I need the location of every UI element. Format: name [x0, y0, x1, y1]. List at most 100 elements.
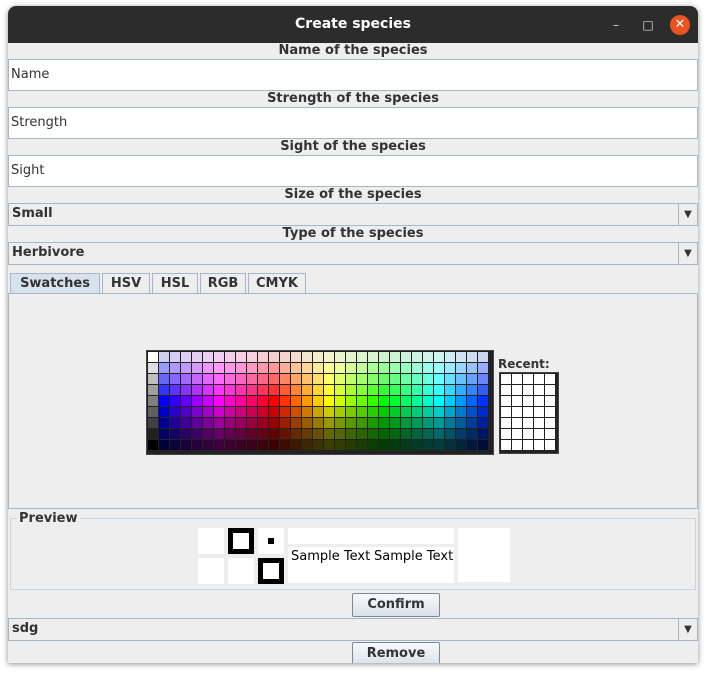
swatch-cell[interactable] — [269, 418, 279, 428]
swatch-cell[interactable] — [423, 374, 433, 384]
swatch-cell[interactable] — [379, 374, 389, 384]
swatch-cell[interactable] — [280, 352, 290, 362]
swatch-cell[interactable] — [434, 407, 444, 417]
swatch-cell[interactable] — [170, 374, 180, 384]
swatch-cell[interactable] — [478, 440, 488, 450]
swatch-cell[interactable] — [324, 374, 334, 384]
tab-rgb[interactable]: RGB — [200, 273, 246, 293]
swatch-cell[interactable] — [258, 374, 268, 384]
swatch-cell[interactable] — [236, 440, 246, 450]
swatch-cell[interactable] — [159, 407, 169, 417]
swatch-cell[interactable] — [357, 440, 367, 450]
swatch-cell[interactable] — [456, 396, 466, 406]
swatch-cell[interactable] — [181, 429, 191, 439]
swatch-cell[interactable] — [379, 396, 389, 406]
swatch-cell[interactable] — [192, 385, 202, 395]
recent-swatch-cell[interactable] — [501, 418, 511, 428]
swatch-cell[interactable] — [456, 407, 466, 417]
recent-swatch-cell[interactable] — [512, 407, 522, 417]
swatch-cell[interactable] — [412, 418, 422, 428]
swatch-cell[interactable] — [214, 429, 224, 439]
swatch-cell[interactable] — [357, 352, 367, 362]
swatch-cell[interactable] — [379, 352, 389, 362]
swatch-cell[interactable] — [181, 363, 191, 373]
recent-swatch-cell[interactable] — [523, 385, 533, 395]
swatch-cell[interactable] — [159, 440, 169, 450]
swatch-cell[interactable] — [225, 363, 235, 373]
swatch-cell[interactable] — [258, 418, 268, 428]
swatch-cell[interactable] — [302, 440, 312, 450]
swatch-cell[interactable] — [401, 429, 411, 439]
swatch-cell[interactable] — [390, 385, 400, 395]
swatch-cell[interactable] — [214, 440, 224, 450]
swatch-cell[interactable] — [478, 396, 488, 406]
swatch-cell[interactable] — [368, 396, 378, 406]
swatch-cell[interactable] — [412, 429, 422, 439]
swatch-cell[interactable] — [324, 352, 334, 362]
swatch-cell[interactable] — [346, 407, 356, 417]
swatch-cell[interactable] — [324, 429, 334, 439]
swatch-cell[interactable] — [159, 418, 169, 428]
swatch-cell[interactable] — [225, 407, 235, 417]
swatch-cell[interactable] — [313, 396, 323, 406]
swatch-cell[interactable] — [368, 418, 378, 428]
swatch-cell[interactable] — [467, 396, 477, 406]
swatch-cell[interactable] — [269, 407, 279, 417]
swatch-cell[interactable] — [258, 363, 268, 373]
swatch-cell[interactable] — [456, 429, 466, 439]
swatch-cell[interactable] — [335, 418, 345, 428]
swatch-cell[interactable] — [412, 352, 422, 362]
swatch-cell[interactable] — [148, 363, 158, 373]
swatch-cell[interactable] — [379, 363, 389, 373]
swatch-cell[interactable] — [302, 407, 312, 417]
swatch-cell[interactable] — [214, 407, 224, 417]
swatch-cell[interactable] — [368, 385, 378, 395]
swatch-cell[interactable] — [225, 418, 235, 428]
recent-swatch-cell[interactable] — [512, 440, 522, 450]
swatch-cell[interactable] — [423, 385, 433, 395]
swatch-cell[interactable] — [280, 429, 290, 439]
swatch-cell[interactable] — [390, 363, 400, 373]
swatch-cell[interactable] — [280, 407, 290, 417]
maximize-icon[interactable]: □ — [638, 15, 658, 35]
recent-swatch-cell[interactable] — [545, 429, 555, 439]
swatch-cell[interactable] — [291, 418, 301, 428]
swatch-cell[interactable] — [247, 374, 257, 384]
recent-swatch-cell[interactable] — [545, 385, 555, 395]
swatch-cell[interactable] — [302, 429, 312, 439]
tab-cmyk[interactable]: CMYK — [248, 273, 306, 293]
swatch-cell[interactable] — [346, 363, 356, 373]
swatch-cell[interactable] — [445, 385, 455, 395]
swatch-cell[interactable] — [291, 396, 301, 406]
swatch-cell[interactable] — [478, 385, 488, 395]
swatch-cell[interactable] — [456, 374, 466, 384]
swatch-cell[interactable] — [412, 440, 422, 450]
recent-swatch-cell[interactable] — [534, 396, 544, 406]
swatch-cell[interactable] — [478, 374, 488, 384]
species-dropdown[interactable]: sdg ▼ — [8, 618, 698, 641]
swatch-cell[interactable] — [445, 440, 455, 450]
swatch-cell[interactable] — [170, 407, 180, 417]
recent-swatch-cell[interactable] — [545, 418, 555, 428]
swatch-cell[interactable] — [192, 352, 202, 362]
swatch-cell[interactable] — [467, 352, 477, 362]
recent-swatch-cell[interactable] — [512, 374, 522, 384]
swatch-cell[interactable] — [335, 352, 345, 362]
swatch-cell[interactable] — [280, 418, 290, 428]
swatch-cell[interactable] — [412, 407, 422, 417]
swatch-cell[interactable] — [379, 407, 389, 417]
swatch-cell[interactable] — [192, 429, 202, 439]
swatch-cell[interactable] — [225, 352, 235, 362]
swatch-cell[interactable] — [379, 418, 389, 428]
swatch-cell[interactable] — [313, 418, 323, 428]
swatch-cell[interactable] — [148, 374, 158, 384]
swatch-cell[interactable] — [236, 352, 246, 362]
swatch-cell[interactable] — [159, 396, 169, 406]
swatch-cell[interactable] — [247, 363, 257, 373]
swatch-cell[interactable] — [203, 440, 213, 450]
recent-swatch-cell[interactable] — [501, 429, 511, 439]
swatch-cell[interactable] — [302, 385, 312, 395]
swatch-cell[interactable] — [203, 418, 213, 428]
swatch-cell[interactable] — [368, 440, 378, 450]
swatch-cell[interactable] — [170, 396, 180, 406]
